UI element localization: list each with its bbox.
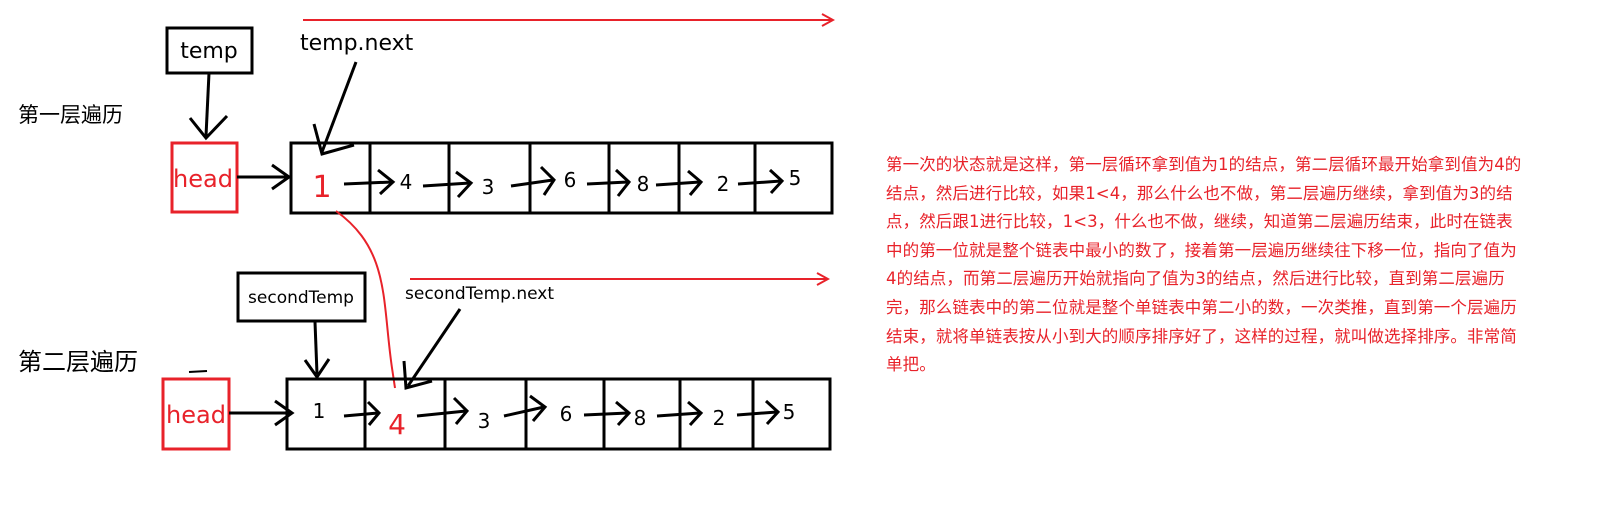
head-to-list-arrow-row1 bbox=[237, 163, 292, 191]
second-temp-next-pointer-arrow bbox=[402, 308, 462, 390]
row1-node-4: 4 bbox=[400, 170, 413, 194]
temp-label: temp bbox=[180, 39, 238, 64]
row1-node-2: 2 bbox=[717, 172, 730, 196]
row1-node-3: 3 bbox=[482, 175, 495, 199]
temp-next-pointer-arrow bbox=[312, 61, 358, 156]
row1-node-6: 6 bbox=[564, 168, 577, 192]
row1-node-8: 8 bbox=[637, 172, 650, 196]
temp-pointer-arrow bbox=[188, 72, 229, 141]
row2-node-2: 2 bbox=[713, 406, 726, 430]
pass1-label: 第一层遍历 bbox=[18, 103, 123, 127]
row2-node-6: 6 bbox=[560, 402, 573, 426]
second-temp-label: secondTemp bbox=[248, 288, 354, 308]
pass2-label: 第二层遍历 bbox=[18, 348, 138, 376]
head-label-row1: head bbox=[173, 165, 233, 193]
explanation-text: 第一次的状态就是这样，第一层循环拿到值为1的结点，第二层循环最开始拿到值为4的结… bbox=[886, 155, 1522, 375]
row2-node-3: 3 bbox=[478, 409, 491, 433]
temp-next-label: temp.next bbox=[300, 31, 414, 56]
head-to-list-arrow-row2 bbox=[229, 399, 295, 427]
row1-node-1: 1 bbox=[312, 170, 331, 205]
second-temp-next-label: secondTemp.next bbox=[405, 284, 554, 304]
stray-mark bbox=[188, 370, 208, 373]
row2-node-1: 1 bbox=[313, 399, 326, 423]
row2-node-8: 8 bbox=[634, 406, 647, 430]
linked-list-row1 bbox=[289, 141, 834, 215]
second-temp-pointer-arrow bbox=[303, 321, 331, 380]
head-label-row2: head bbox=[166, 401, 226, 429]
row1-node-5: 5 bbox=[789, 166, 802, 190]
row2-node-4: 4 bbox=[388, 408, 406, 441]
row2-node-5: 5 bbox=[783, 400, 796, 424]
